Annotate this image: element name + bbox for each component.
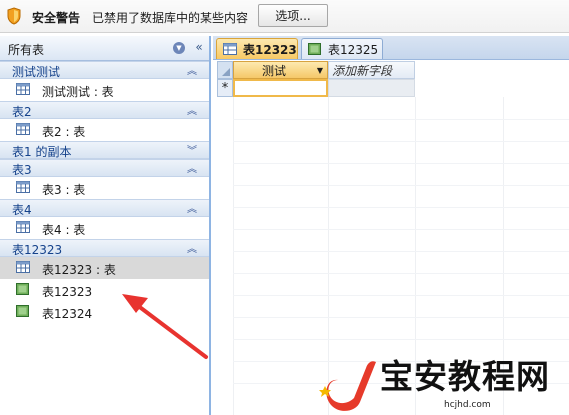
chevron-up-icon[interactable]: ︽ bbox=[187, 102, 197, 117]
grid-line bbox=[233, 97, 234, 415]
grid-line bbox=[233, 119, 569, 120]
security-warning-message: 已禁用了数据库中的某些内容 bbox=[92, 11, 249, 25]
navigation-pane: 所有表 ▼ « 测试测试 ︽ 测试测试 : 表 表2 ︽ 表2 : 表 表1 的… bbox=[0, 36, 211, 415]
watermark-text: 宝安教程网 bbox=[380, 357, 550, 396]
tab-table-12323[interactable]: 表12323 bbox=[216, 38, 298, 59]
nav-group-header[interactable]: 表4 ︽ bbox=[0, 199, 209, 217]
nav-item-label: 表4 : 表 bbox=[42, 223, 86, 237]
watermark-url: hcjhd.com bbox=[444, 400, 491, 410]
nav-group-label: 表2 bbox=[12, 105, 32, 119]
form-icon bbox=[16, 283, 29, 295]
column-header[interactable]: 测试 ▼ bbox=[233, 61, 328, 79]
nav-group-header[interactable]: 表2 ︽ bbox=[0, 101, 209, 119]
table-icon bbox=[16, 123, 30, 135]
grid-line bbox=[233, 207, 569, 208]
chevron-up-icon[interactable]: ︽ bbox=[187, 62, 197, 77]
grid-line bbox=[233, 317, 569, 318]
table-icon bbox=[16, 181, 30, 193]
nav-pane-title: 所有表 bbox=[8, 43, 45, 57]
chevron-up-icon[interactable]: ︽ bbox=[187, 160, 197, 175]
watermark-logo-icon bbox=[319, 361, 376, 411]
grid-line bbox=[233, 141, 569, 142]
collapse-pane-icon[interactable]: « bbox=[192, 39, 206, 55]
nav-group-header[interactable]: 测试测试 ︽ bbox=[0, 61, 209, 79]
options-button[interactable]: 选项... bbox=[258, 4, 328, 27]
nav-item-label: 测试测试 : 表 bbox=[42, 85, 114, 99]
tab-label: 表12325 bbox=[328, 42, 379, 57]
nav-group-label: 测试测试 bbox=[12, 65, 61, 79]
nav-item[interactable]: 表2 : 表 bbox=[0, 119, 209, 141]
table-icon bbox=[223, 43, 237, 55]
nav-group-label: 表4 bbox=[12, 203, 32, 217]
form-icon bbox=[16, 305, 29, 317]
new-record-selector[interactable]: * bbox=[217, 79, 233, 97]
nav-item[interactable]: 表3 : 表 bbox=[0, 177, 209, 199]
nav-group-header[interactable]: 表1 的副本 ︾ bbox=[0, 141, 209, 159]
table-icon bbox=[16, 83, 30, 95]
nav-pane-header[interactable]: 所有表 ▼ « bbox=[0, 36, 209, 61]
nav-group-label: 表3 bbox=[12, 163, 32, 177]
nav-item-selected[interactable]: 表12323 : 表 bbox=[0, 257, 209, 279]
nav-item-label: 表12323 : 表 bbox=[42, 263, 116, 277]
document-tabs: 表12323 表12325 bbox=[213, 36, 569, 60]
grid-line bbox=[233, 339, 569, 340]
grid-line bbox=[233, 295, 569, 296]
grid-line bbox=[233, 229, 569, 230]
nav-item[interactable]: 表4 : 表 bbox=[0, 217, 209, 239]
security-warning-title: 安全警告 bbox=[32, 11, 81, 25]
nav-item[interactable]: 测试测试 : 表 bbox=[0, 79, 209, 101]
nav-group-label: 表12323 bbox=[12, 243, 63, 257]
form-icon bbox=[308, 43, 321, 55]
nav-item[interactable]: 表12323 bbox=[0, 279, 209, 301]
select-all-corner[interactable] bbox=[217, 61, 233, 79]
shield-warning-icon bbox=[7, 7, 21, 25]
nav-group-header[interactable]: 表3 ︽ bbox=[0, 159, 209, 177]
add-new-field-header[interactable]: 添加新字段 bbox=[328, 61, 415, 79]
security-warning-bar: 安全警告 已禁用了数据库中的某些内容 选项... bbox=[0, 0, 569, 33]
column-header-label: 添加新字段 bbox=[332, 64, 393, 78]
new-record-cell-add-field[interactable] bbox=[328, 79, 415, 97]
tab-label: 表12323 bbox=[243, 42, 297, 57]
watermark: 宝安教程网 hcjhd.com bbox=[318, 350, 569, 415]
nav-group-header[interactable]: 表12323 ︽ bbox=[0, 239, 209, 257]
nav-group-label: 表1 的副本 bbox=[12, 145, 72, 159]
nav-item-label: 表12323 bbox=[42, 285, 93, 299]
tab-form-12325[interactable]: 表12325 bbox=[301, 38, 383, 59]
nav-item-label: 表12324 bbox=[42, 307, 93, 321]
table-icon bbox=[16, 261, 30, 273]
grid-line bbox=[233, 251, 569, 252]
nav-item-label: 表2 : 表 bbox=[42, 125, 86, 139]
grid-line bbox=[233, 163, 569, 164]
chevron-down-icon[interactable]: ▼ bbox=[317, 63, 323, 79]
chevron-down-icon[interactable]: ▼ bbox=[173, 42, 185, 54]
chevron-up-icon[interactable]: ︽ bbox=[187, 200, 197, 215]
nav-item-label: 表3 : 表 bbox=[42, 183, 86, 197]
chevron-up-icon[interactable]: ︽ bbox=[187, 240, 197, 255]
grid-line bbox=[233, 273, 569, 274]
table-icon bbox=[16, 221, 30, 233]
new-record-cell[interactable] bbox=[233, 79, 328, 97]
grid-line bbox=[233, 185, 569, 186]
chevron-down-icon[interactable]: ︾ bbox=[187, 142, 197, 157]
column-header-label: 测试 bbox=[262, 64, 287, 78]
nav-item[interactable]: 表12324 bbox=[0, 301, 209, 323]
